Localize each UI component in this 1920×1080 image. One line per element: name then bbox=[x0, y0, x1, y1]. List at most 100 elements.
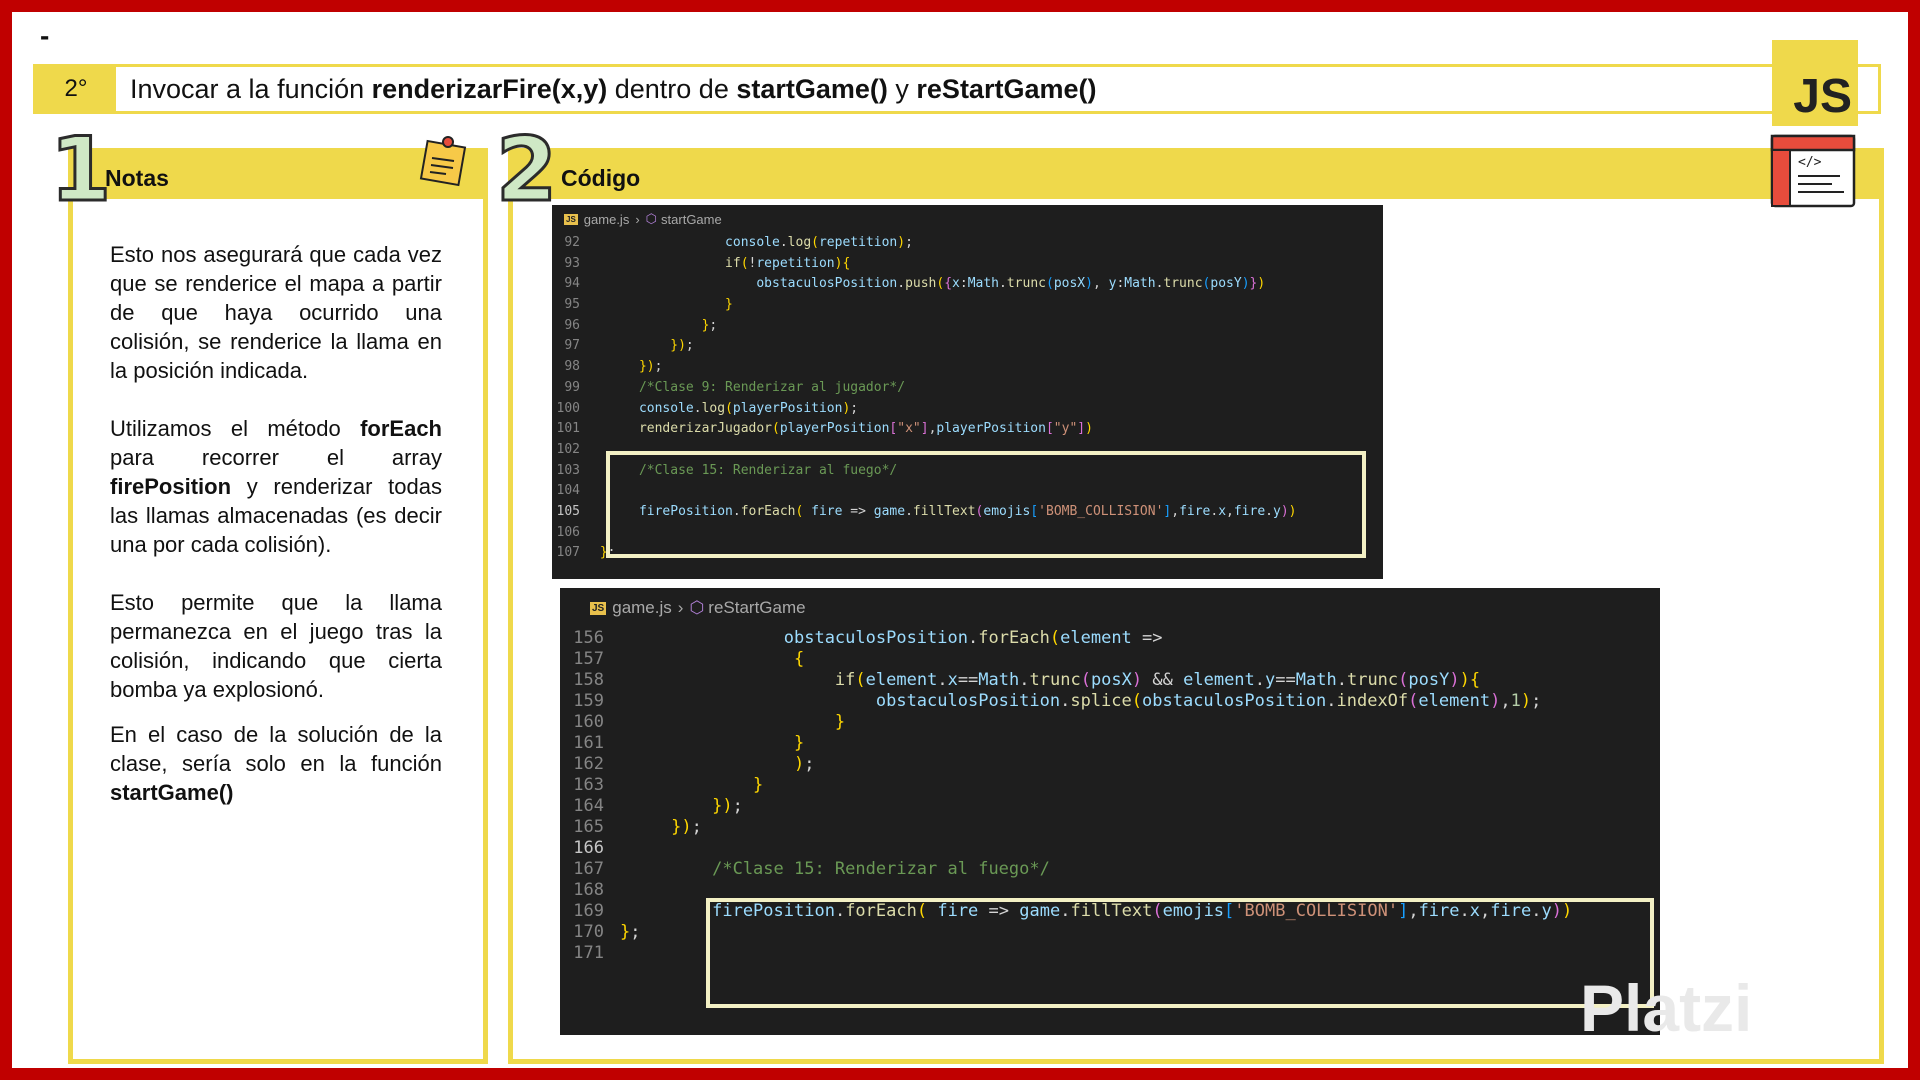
line-code[interactable] bbox=[620, 943, 671, 964]
code-line[interactable]: 167 /*Clase 15: Renderizar al fuego*/ bbox=[560, 859, 1660, 880]
notes-body: Esto nos asegurará que cada vez que se r… bbox=[110, 240, 442, 807]
line-code[interactable]: /*Clase 9: Renderizar al jugador*/ bbox=[592, 378, 905, 399]
line-number: 160 bbox=[573, 712, 604, 732]
line-number: 107 bbox=[556, 545, 580, 561]
section-number-1: 1 bbox=[48, 118, 112, 221]
line-code[interactable]: }; bbox=[592, 316, 718, 337]
title-fn-restartgame: reStartGame() bbox=[916, 73, 1097, 104]
breadcrumb-file[interactable]: game.js bbox=[584, 212, 630, 227]
line-number: 106 bbox=[556, 524, 580, 540]
line-code[interactable]: } bbox=[592, 295, 733, 316]
line-code[interactable]: }); bbox=[592, 336, 693, 357]
code-line[interactable]: 158 if(element.x==Math.trunc(posX) && ele… bbox=[560, 670, 1660, 691]
code-line[interactable]: 162); bbox=[560, 754, 1660, 775]
code-line[interactable]: 94 obstaculosPosition.push({x:Math.trunc(… bbox=[552, 274, 1383, 295]
dash-mark: - bbox=[40, 20, 50, 51]
line-code[interactable]: ); bbox=[620, 754, 815, 775]
code-line[interactable]: 163} bbox=[560, 775, 1660, 796]
line-code[interactable]: console.log(repetition); bbox=[592, 233, 913, 254]
breadcrumb-file[interactable]: game.js bbox=[612, 598, 672, 618]
line-code[interactable]: }; bbox=[592, 543, 616, 564]
line-number: 99 bbox=[564, 379, 580, 395]
code-line[interactable]: 106 bbox=[552, 523, 1383, 544]
code-line[interactable]: 166 bbox=[560, 838, 1660, 859]
line-number: 164 bbox=[573, 796, 604, 816]
line-code[interactable]: obstaculosPosition.forEach(element => bbox=[620, 628, 1163, 649]
js-badge: JS bbox=[1772, 40, 1858, 126]
line-number: 101 bbox=[556, 421, 580, 437]
code-line[interactable]: 159 obstaculosPosition.splice(obstaculosP… bbox=[560, 691, 1660, 712]
line-code[interactable]: firePosition.forEach( fire => game.fillT… bbox=[620, 901, 1572, 922]
code-line[interactable]: 104 bbox=[552, 481, 1383, 502]
code-line[interactable]: 157 { bbox=[560, 649, 1660, 670]
section-number-2: 2 bbox=[494, 118, 558, 221]
code-line[interactable]: 96}; bbox=[552, 316, 1383, 337]
line-number: 158 bbox=[573, 670, 604, 690]
breadcrumb-symbol[interactable]: startGame bbox=[661, 212, 722, 227]
code-line[interactable]: 100 console.log(playerPosition); bbox=[552, 399, 1383, 420]
line-code[interactable]: firePosition.forEach( fire => game.fillT… bbox=[592, 502, 1297, 523]
code-lines[interactable]: 156 obstaculosPosition.forEach(element =>… bbox=[560, 628, 1660, 964]
line-number: 157 bbox=[573, 649, 604, 669]
line-code[interactable]: { bbox=[620, 649, 804, 670]
breadcrumb[interactable]: JS game.js › ⬡ reStartGame bbox=[560, 588, 1660, 628]
title-fn-startgame: startGame() bbox=[736, 73, 888, 104]
code-line[interactable]: 161} bbox=[560, 733, 1660, 754]
code-line[interactable]: 160} bbox=[560, 712, 1660, 733]
line-code[interactable]: obstaculosPosition.splice(obstaculosPosi… bbox=[620, 691, 1541, 712]
line-number: 95 bbox=[564, 297, 580, 313]
code-label: Código bbox=[561, 165, 641, 191]
breadcrumb[interactable]: JS game.js › ⬡ startGame bbox=[552, 205, 1383, 233]
line-code[interactable]: console.log(playerPosition); bbox=[592, 399, 858, 420]
line-number: 165 bbox=[573, 817, 604, 837]
code-editor-restartgame[interactable]: JS game.js › ⬡ reStartGame 156 obstaculos… bbox=[560, 588, 1660, 1035]
code-line[interactable]: 98}); bbox=[552, 357, 1383, 378]
line-code[interactable]: }); bbox=[620, 817, 702, 838]
line-code[interactable]: /*Clase 15: Renderizar al fuego*/ bbox=[592, 461, 897, 482]
line-number: 171 bbox=[573, 943, 604, 963]
code-line[interactable]: 168 bbox=[560, 880, 1660, 901]
line-code[interactable]: }; bbox=[620, 922, 641, 943]
note-paragraph-2: Utilizamos el método forEach para recorr… bbox=[110, 416, 442, 557]
line-code[interactable]: /*Clase 15: Renderizar al fuego*/ bbox=[620, 859, 1050, 880]
code-line[interactable]: 103 /*Clase 15: Renderizar al fuego*/ bbox=[552, 461, 1383, 482]
line-code[interactable]: obstaculosPosition.push({x:Math.trunc(po… bbox=[592, 274, 1265, 295]
line-code[interactable]: if(!repetition){ bbox=[592, 254, 850, 275]
code-line[interactable]: 92 console.log(repetition); bbox=[552, 233, 1383, 254]
svg-text:</>: </> bbox=[1798, 155, 1822, 170]
code-line[interactable]: 107}; bbox=[552, 543, 1383, 564]
line-code[interactable]: renderizarJugador(playerPosition["x"],pl… bbox=[592, 419, 1093, 440]
line-number: 103 bbox=[556, 462, 580, 478]
code-line[interactable]: 156 obstaculosPosition.forEach(element => bbox=[560, 628, 1660, 649]
code-line[interactable]: 170}; bbox=[560, 922, 1660, 943]
breadcrumb-symbol[interactable]: reStartGame bbox=[708, 598, 805, 618]
line-code[interactable]: if(element.x==Math.trunc(posX) && elemen… bbox=[620, 670, 1480, 691]
line-code[interactable]: } bbox=[620, 775, 763, 796]
line-code[interactable]: } bbox=[620, 712, 845, 733]
line-code[interactable]: }); bbox=[620, 796, 743, 817]
line-code[interactable]: }); bbox=[592, 357, 662, 378]
line-number: 98 bbox=[564, 359, 580, 375]
code-line[interactable]: 165}); bbox=[560, 817, 1660, 838]
note-keyword-foreach: forEach bbox=[360, 416, 442, 441]
code-line[interactable]: 102 bbox=[552, 440, 1383, 461]
line-number: 169 bbox=[573, 901, 604, 921]
line-number: 162 bbox=[573, 754, 604, 774]
line-number: 96 bbox=[564, 317, 580, 333]
code-line[interactable]: 99 /*Clase 9: Renderizar al jugador*/ bbox=[552, 378, 1383, 399]
code-line[interactable]: 164}); bbox=[560, 796, 1660, 817]
code-line[interactable]: 169 firePosition.forEach( fire => game.fi… bbox=[560, 901, 1660, 922]
code-line[interactable]: 101 renderizarJugador(playerPosition["x"]… bbox=[552, 419, 1383, 440]
code-line[interactable]: 93 if(!repetition){ bbox=[552, 254, 1383, 275]
code-lines[interactable]: 92 console.log(repetition); 93 if(!repetiti… bbox=[552, 233, 1383, 564]
line-number: 163 bbox=[573, 775, 604, 795]
code-line[interactable]: 97}); bbox=[552, 336, 1383, 357]
code-line[interactable]: 171 bbox=[560, 943, 1660, 964]
code-line[interactable]: 105 firePosition.forEach( fire => game.fi… bbox=[552, 502, 1383, 523]
line-code[interactable]: } bbox=[620, 733, 804, 754]
code-editor-startgame[interactable]: JS game.js › ⬡ startGame 92 console.log(r… bbox=[552, 205, 1383, 579]
line-number: 161 bbox=[573, 733, 604, 753]
chevron-right-icon: › bbox=[635, 211, 640, 227]
code-line[interactable]: 95} bbox=[552, 295, 1383, 316]
title-fn-renderizarfire: renderizarFire(x,y) bbox=[371, 73, 608, 104]
